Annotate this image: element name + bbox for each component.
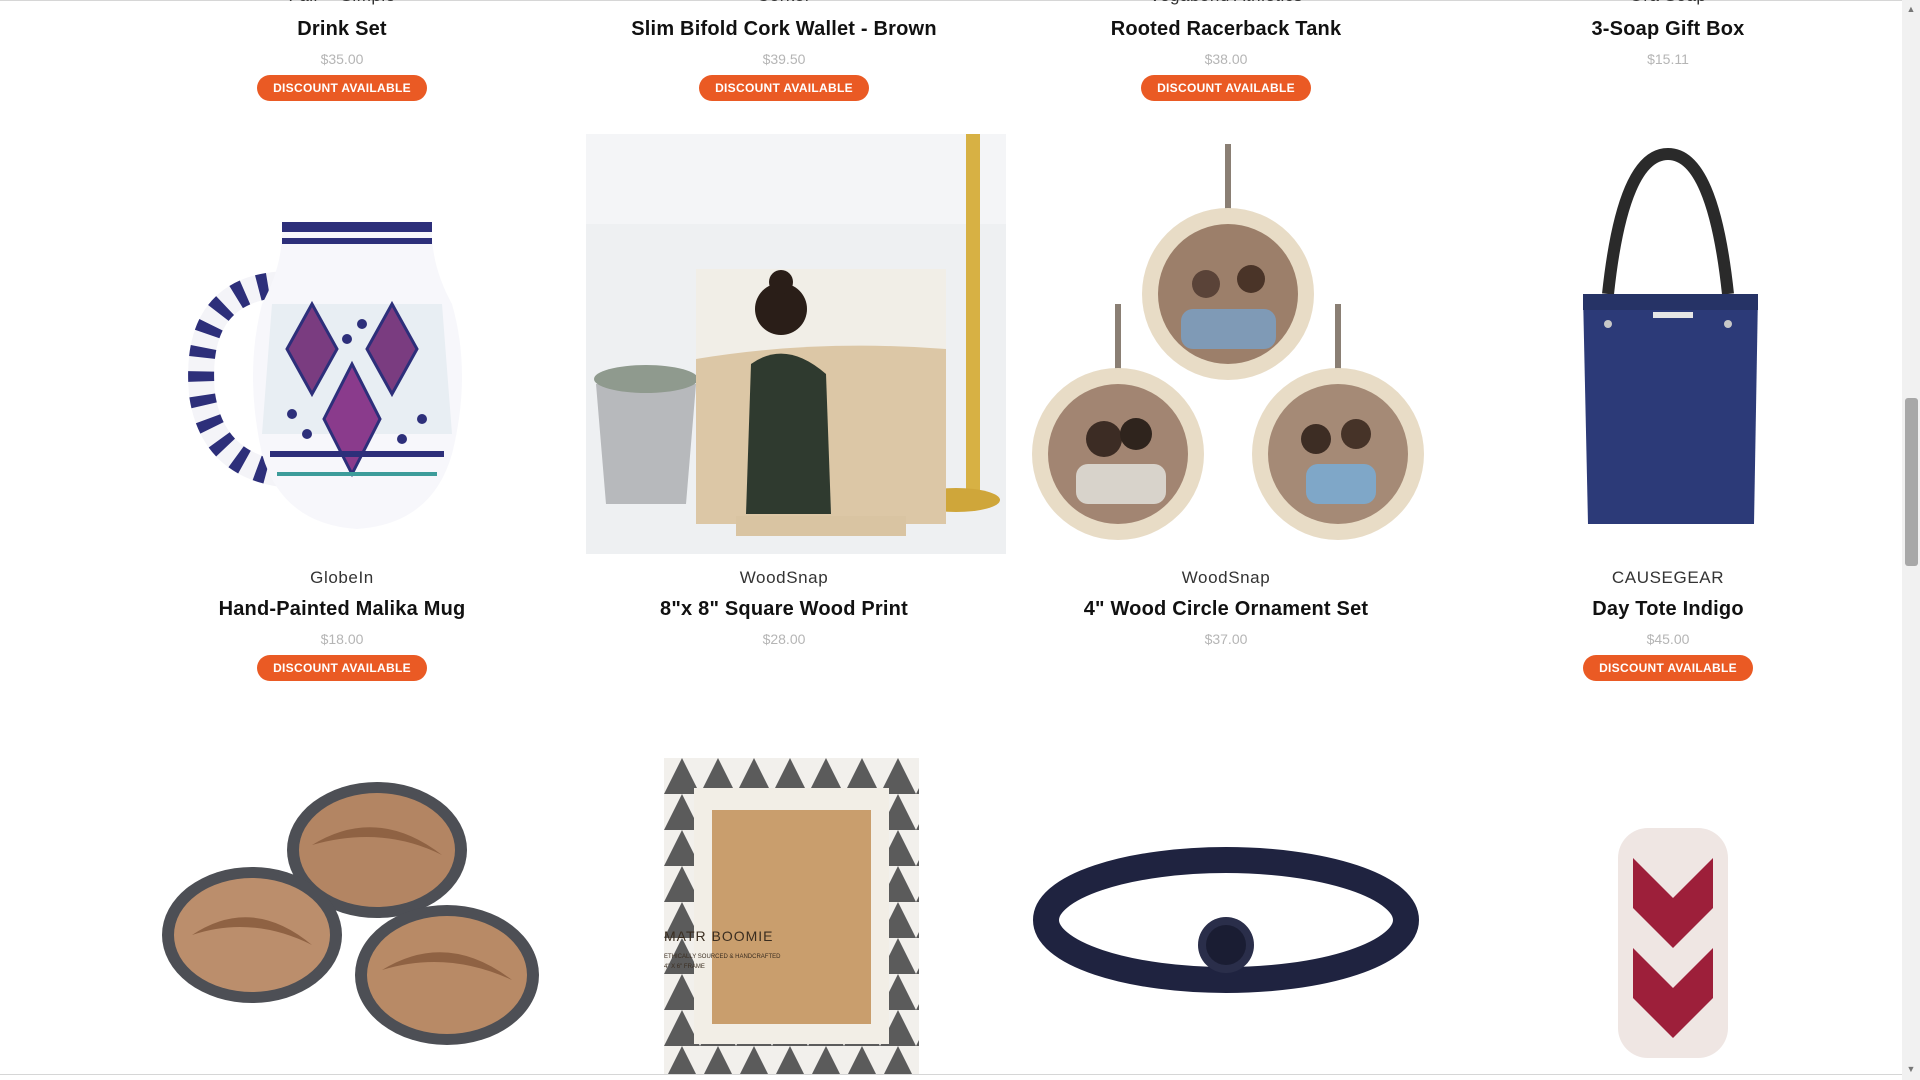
product-price: $37.00: [1204, 631, 1248, 647]
product-brand: Vegabond Athletics: [1016, 0, 1436, 8]
product-card-drink-set[interactable]: Fair + Simple Drink Set $35.00 DISCOUNT …: [132, 0, 552, 101]
discount-badge[interactable]: DISCOUNT AVAILABLE: [1583, 655, 1753, 681]
discount-badge[interactable]: DISCOUNT AVAILABLE: [257, 655, 427, 681]
product-price: $45.00: [1646, 631, 1690, 647]
frame-tagline: ETHICALLY SOURCED & HANDCRAFTED: [664, 954, 781, 960]
product-price: $28.00: [762, 631, 806, 647]
product-brand: WoodSnap: [739, 568, 829, 587]
product-card-day-tote[interactable]: CAUSEGEAR Day Tote Indigo $45.00 DISCOUN…: [1458, 568, 1878, 681]
frame-logo: MATR BOOMIE: [664, 928, 774, 944]
product-title[interactable]: Day Tote Indigo: [1458, 598, 1878, 621]
product-brand: Corkor: [574, 0, 994, 8]
product-card-wood-print[interactable]: WoodSnap 8"x 8" Square Wood Print $28.00: [574, 568, 994, 647]
woven-vase-image[interactable]: [1488, 798, 1848, 1068]
painted-mug-image[interactable]: [132, 134, 552, 554]
product-brand: CAUSEGEAR: [1611, 568, 1725, 587]
product-brand: WoodSnap: [1181, 568, 1271, 587]
product-title[interactable]: Rooted Racerback Tank: [1016, 18, 1436, 41]
product-card-ornament-set[interactable]: WoodSnap 4" Wood Circle Ornament Set $37…: [1016, 568, 1436, 647]
product-title[interactable]: 3-Soap Gift Box: [1458, 18, 1878, 41]
product-price: $35.00: [320, 51, 364, 67]
product-price: $15.11: [1647, 51, 1689, 67]
product-card-soap-gift-box[interactable]: Ora Soap 3-Soap Gift Box $15.11: [1458, 0, 1878, 67]
frame-size-label: 4" X 6" FRAME: [664, 964, 705, 970]
product-card-racerback-tank[interactable]: Vegabond Athletics Rooted Racerback Tank…: [1016, 0, 1436, 101]
tote-bag-image[interactable]: [1458, 134, 1878, 554]
product-brand: Ora Soap: [1458, 0, 1878, 8]
product-title[interactable]: Hand-Painted Malika Mug: [132, 598, 552, 621]
product-title[interactable]: Slim Bifold Cork Wallet - Brown: [574, 18, 994, 41]
discount-badge[interactable]: DISCOUNT AVAILABLE: [257, 75, 427, 101]
product-card-malika-mug[interactable]: GlobeIn Hand-Painted Malika Mug $18.00 D…: [132, 568, 552, 681]
product-price: $38.00: [1204, 51, 1248, 67]
scroll-up-icon[interactable]: ▲: [1906, 4, 1916, 14]
photo-frame-image[interactable]: MATR BOOMIE ETHICALLY SOURCED & HANDCRAF…: [664, 758, 919, 1074]
product-card-cork-wallet[interactable]: Corkor Slim Bifold Cork Wallet - Brown $…: [574, 0, 994, 101]
wood-print-image[interactable]: [586, 134, 1006, 554]
ornament-set-image[interactable]: [1016, 134, 1436, 554]
vertical-scrollbar[interactable]: ▲ ▼: [1902, 0, 1920, 1080]
belt-image[interactable]: [1016, 760, 1436, 1060]
product-price: $18.00: [320, 631, 364, 647]
product-brand: GlobeIn: [310, 568, 374, 587]
product-title[interactable]: 8"x 8" Square Wood Print: [574, 598, 994, 621]
wooden-bowls-image[interactable]: [142, 745, 562, 1065]
scrollbar-thumb[interactable]: [1905, 398, 1918, 566]
product-title[interactable]: 4" Wood Circle Ornament Set: [1016, 598, 1436, 621]
product-title[interactable]: Drink Set: [132, 18, 552, 41]
discount-badge[interactable]: DISCOUNT AVAILABLE: [699, 75, 869, 101]
scroll-down-icon[interactable]: ▼: [1906, 1064, 1916, 1074]
discount-badge[interactable]: DISCOUNT AVAILABLE: [1141, 75, 1311, 101]
bottom-divider: [0, 1074, 1902, 1075]
product-price: $39.50: [762, 51, 806, 67]
product-brand: Fair + Simple: [132, 0, 552, 8]
